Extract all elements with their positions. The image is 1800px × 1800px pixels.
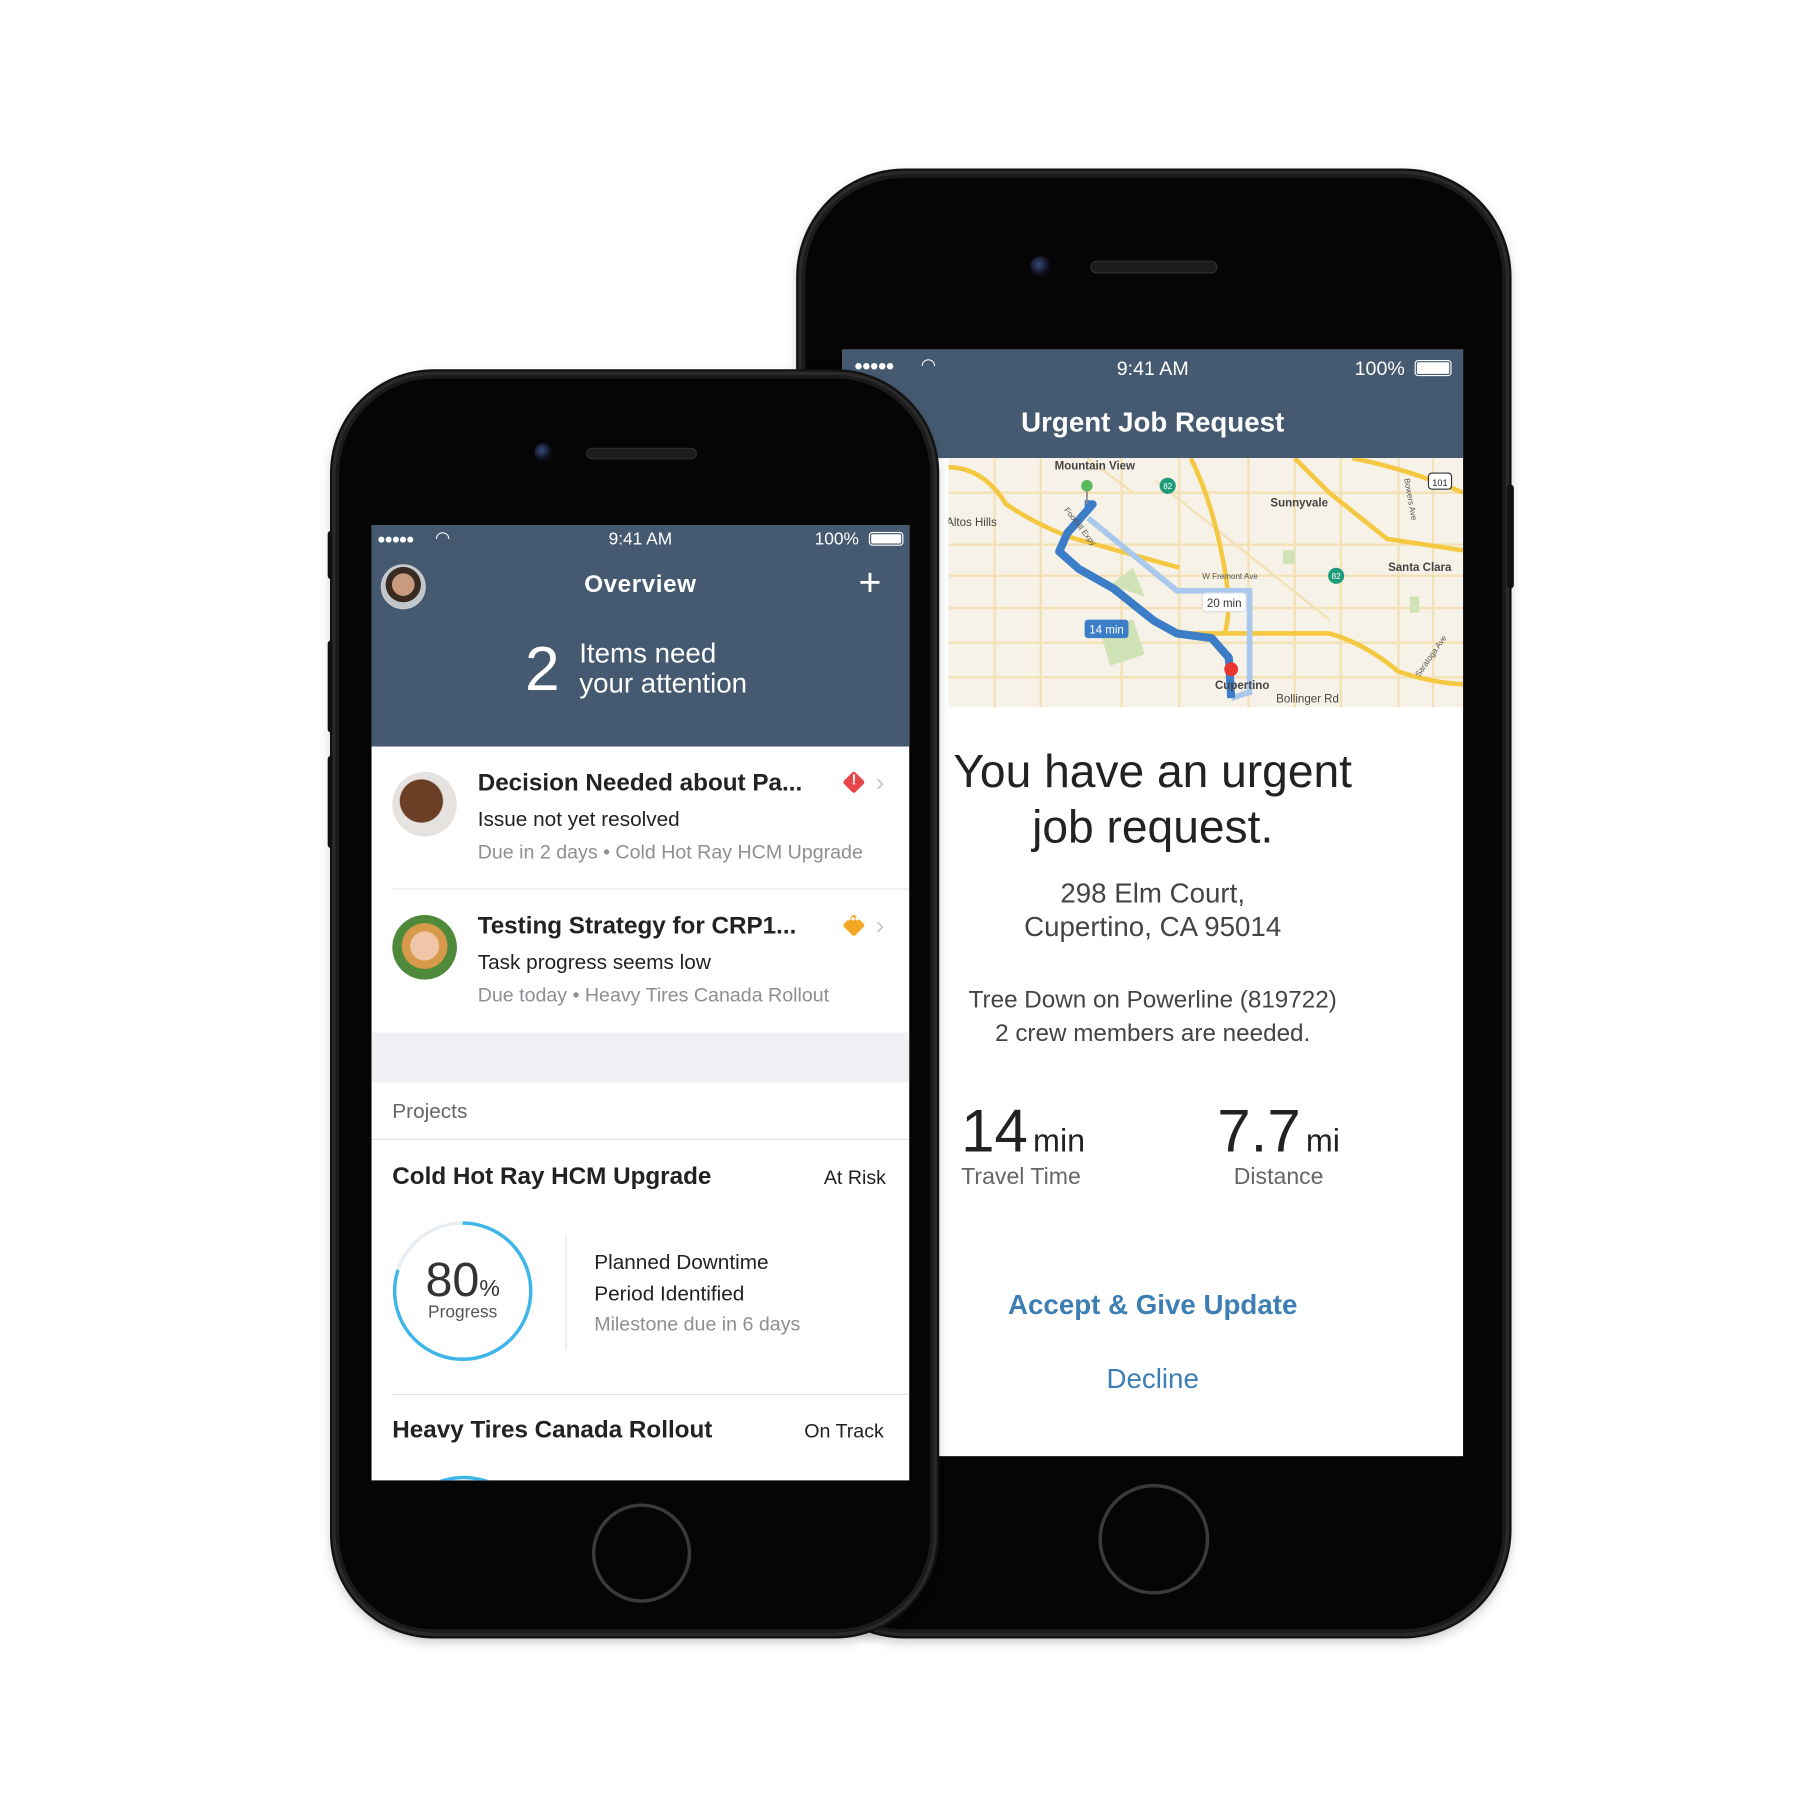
project-status: On Track	[804, 1420, 884, 1443]
item-subtitle: Issue not yet resolved	[477, 807, 680, 831]
chevron-right-icon: ›	[875, 767, 885, 797]
right-phone-camera	[1030, 256, 1052, 277]
right-phone-side-button	[1506, 484, 1514, 589]
route-map[interactable]: 14 min 20 min 82 82 101 Mountain View Su…	[948, 458, 1464, 708]
shield-82-icon: 82	[1159, 477, 1176, 494]
progress-value: 80	[425, 1251, 480, 1307]
item-title: Decision Needed about Pa...	[477, 769, 803, 797]
distance-value: 7.7	[1217, 1098, 1301, 1166]
item-meta: Due in 2 days • Cold Hot Ray HCM Upgrade	[477, 841, 863, 864]
left-phone-camera	[534, 443, 553, 462]
list-item[interactable]: Testing Strategy for CRP1... Task progre…	[372, 890, 910, 1033]
battery-icon	[868, 531, 904, 546]
distance-label: Distance	[1233, 1164, 1324, 1190]
pin-destination	[1224, 662, 1239, 677]
svg-text:82: 82	[1332, 572, 1341, 581]
project-name: Heavy Tires Canada Rollout	[392, 1416, 713, 1444]
right-phone-speaker	[1090, 260, 1218, 274]
right-header-title: Urgent Job Request	[1021, 407, 1285, 439]
battery-percent: 100%	[814, 529, 859, 550]
avatar	[392, 771, 457, 837]
left-header: ●●●●● ◠ 9:41 AM 100% Overview + 2 Items …	[371, 525, 910, 747]
project-status: At Risk	[823, 1166, 886, 1189]
map-label-santa-clara: Santa Clara	[1388, 562, 1452, 574]
shield-101-icon: 101	[1427, 472, 1453, 490]
milestone-line1: Planned Downtime	[594, 1250, 769, 1274]
route-fast-label: 14 min	[1089, 624, 1124, 636]
distance-stat: 7.7 mi Distance	[1217, 1097, 1340, 1190]
projects-header: Projects	[392, 1099, 468, 1123]
map-label-mountain-view: Mountain View	[1055, 461, 1135, 473]
project-card[interactable]: Cold Hot Ray HCM Upgrade At Risk 80% Pro…	[372, 1140, 910, 1394]
vertical-divider	[565, 1234, 567, 1351]
milestone-due: Milestone due in 6 days	[594, 1313, 801, 1336]
travel-time-stat: 14 min Travel Time	[961, 1097, 1085, 1190]
svg-text:101: 101	[1432, 478, 1447, 488]
svg-text:82: 82	[1163, 482, 1172, 491]
left-phone-speaker	[586, 447, 697, 460]
map-label-altos-hills: Altos Hills	[948, 517, 996, 529]
map-label-fremont: W Fremont Ave	[1202, 572, 1258, 581]
item-subtitle: Task progress seems low	[477, 950, 711, 974]
left-screen: ●●●●● ◠ 9:41 AM 100% Overview + 2 Items …	[371, 525, 910, 1481]
attention-line1: Items need	[579, 638, 717, 670]
right-phone-home-button[interactable]	[1098, 1483, 1210, 1595]
progress-ring-partial	[379, 1464, 549, 1481]
battery-icon	[1414, 360, 1452, 377]
travel-time-unit: min	[1033, 1122, 1086, 1159]
project-name: Cold Hot Ray HCM Upgrade	[392, 1163, 712, 1190]
item-title: Testing Strategy for CRP1...	[477, 912, 797, 940]
milestone-line2: Period Identified	[594, 1281, 745, 1306]
attention-line2: your attention	[579, 668, 748, 700]
attention-count: 2	[525, 634, 560, 704]
map-label-bollinger: Bollinger Rd	[1276, 694, 1339, 706]
chevron-right-icon: ›	[875, 910, 885, 940]
item-meta: Due today • Heavy Tires Canada Rollout	[477, 984, 830, 1007]
right-header: ●●●●● ◠ 9:41 AM 100% Urgent Job Request	[842, 349, 1464, 459]
add-icon[interactable]: +	[858, 560, 881, 606]
progress-label: Progress	[428, 1302, 498, 1323]
shield-82-icon: 82	[1328, 567, 1345, 584]
list-item[interactable]: Decision Needed about Pa... Issue not ye…	[372, 747, 910, 889]
travel-time-label: Travel Time	[961, 1164, 1081, 1190]
route-alt-label: 20 min	[1207, 598, 1242, 610]
section-separator	[371, 1032, 910, 1083]
project-card[interactable]: Heavy Tires Canada Rollout On Track	[372, 1395, 910, 1481]
travel-time-value: 14	[961, 1098, 1028, 1166]
left-header-title: Overview	[584, 571, 697, 598]
map-label-sunnyvale: Sunnyvale	[1270, 498, 1328, 510]
distance-unit: mi	[1305, 1122, 1340, 1159]
battery-percent: 100%	[1354, 357, 1405, 380]
left-phone-home-button[interactable]	[591, 1503, 692, 1603]
progress-unit: %	[479, 1276, 500, 1302]
map-label-cupertino: Cupertino	[1215, 680, 1269, 692]
avatar	[392, 915, 457, 980]
